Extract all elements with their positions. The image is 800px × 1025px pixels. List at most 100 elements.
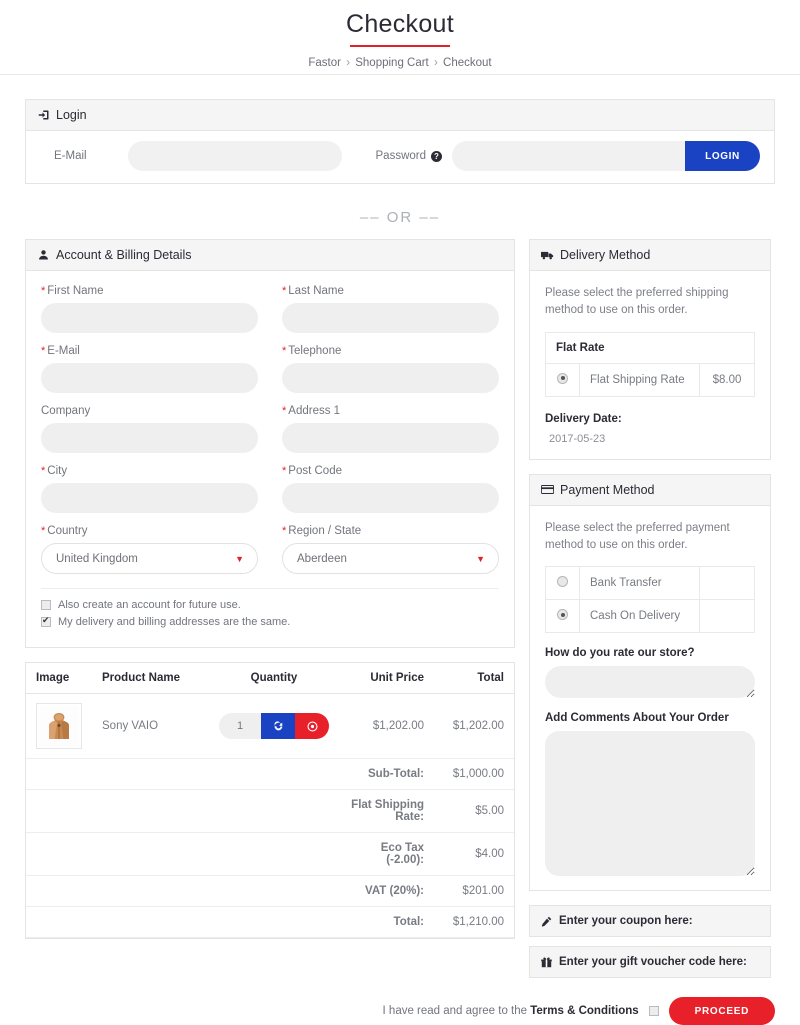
address1-input[interactable]	[282, 423, 499, 453]
field-address1: * Address 1	[282, 405, 499, 453]
create-account-checkbox[interactable]	[41, 600, 51, 610]
proceed-button[interactable]: PROCEED	[668, 997, 775, 1025]
rate-store-textarea[interactable]	[545, 666, 755, 698]
total-value-subtotal: $1,000.00	[434, 758, 514, 790]
spacer-cell	[26, 875, 339, 907]
remove-icon[interactable]	[295, 713, 329, 739]
total-label-eco-tax: Eco Tax (-2.00):	[339, 832, 434, 876]
cart-header-row: Image Product Name Quantity Unit Price T…	[26, 663, 514, 694]
cart-panel: Image Product Name Quantity Unit Price T…	[25, 662, 515, 939]
last-name-input[interactable]	[282, 303, 499, 333]
left-column: Account & Billing Details * First Name * L…	[25, 239, 515, 953]
breadcrumb-item-cart[interactable]: Shopping Cart	[355, 57, 429, 69]
page-title: Checkout	[345, 10, 454, 38]
question-circle-icon[interactable]: ?	[431, 150, 442, 162]
billing-row-names: * First Name * Last Name	[41, 285, 499, 333]
payment-radio-cell[interactable]	[545, 599, 580, 633]
payment-option-row[interactable]: Cash On Delivery	[545, 599, 755, 633]
cart-table-head: Image Product Name Quantity Unit Price T…	[26, 663, 514, 694]
breadcrumb: Fastor › Shopping Cart › Checkout	[0, 57, 800, 69]
payment-option-extra-cell	[699, 599, 755, 633]
column-header-quantity: Quantity	[209, 663, 339, 694]
first-name-label: * First Name	[41, 285, 258, 297]
terms-checkbox[interactable]	[648, 1006, 659, 1016]
total-label-shipping: Flat Shipping Rate:	[339, 789, 434, 833]
total-value-eco-tax: $4.00	[434, 832, 514, 876]
delivery-group-title: Flat Rate	[545, 331, 755, 364]
order-comments-label: Add Comments About Your Order	[545, 712, 729, 724]
login-form: E-Mail Password ? LOGIN	[26, 131, 774, 183]
same-address-checkbox[interactable]	[41, 615, 51, 627]
payment-option-row[interactable]: Bank Transfer	[545, 566, 755, 600]
gift-voucher-accordion[interactable]: Enter your gift voucher code here:	[529, 946, 771, 978]
telephone-label: * Telephone	[282, 345, 499, 357]
city-label-text: City	[47, 465, 68, 477]
region-select[interactable]: Aberdeen	[282, 543, 499, 574]
field-region-state: * Region / State Aberdeen ▼	[282, 525, 499, 574]
billing-row-company-address: Company * Address 1	[41, 405, 499, 453]
login-email-input[interactable]	[128, 141, 342, 171]
cell-product-name[interactable]: Sony VAIO	[92, 693, 209, 759]
delivery-panel-body: Please select the preferred shipping met…	[530, 271, 770, 459]
payment-option-extra-cell	[699, 566, 755, 600]
cell-product-image	[26, 693, 92, 759]
column-header-total: Total	[434, 663, 514, 694]
order-comments-textarea[interactable]	[545, 731, 755, 876]
post-code-input[interactable]	[282, 483, 499, 513]
login-password-input[interactable]	[452, 141, 685, 171]
payment-radio-bank-transfer[interactable]	[557, 576, 568, 587]
country-select[interactable]: United Kingdom	[41, 543, 258, 574]
truck-icon	[541, 249, 554, 262]
delivery-date-label: Delivery Date:	[545, 412, 622, 425]
billing-row-country-region: * Country United Kingdom ▼ * Region / Stat…	[41, 525, 499, 574]
delivery-option-row[interactable]: Flat Shipping Rate $8.00	[545, 362, 755, 397]
delivery-method-panel: Delivery Method Please select the prefer…	[529, 239, 771, 460]
breadcrumb-item-checkout: Checkout	[443, 57, 492, 69]
total-row-vat: VAT (20%): $201.00	[26, 875, 514, 907]
terms-text: I have read and agree to the Terms & Con…	[383, 1005, 639, 1017]
breadcrumb-item-home[interactable]: Fastor	[308, 57, 341, 69]
login-password-group: LOGIN	[452, 141, 760, 171]
city-label: * City	[41, 465, 258, 477]
login-panel-header: Login	[26, 100, 774, 131]
create-account-label: Also create an account for future use.	[58, 599, 241, 611]
terms-conditions-link[interactable]: Terms & Conditions	[530, 1005, 638, 1017]
first-name-input[interactable]	[41, 303, 258, 333]
user-icon	[37, 249, 50, 262]
payment-radio-cash-on-delivery[interactable]	[557, 609, 568, 620]
delivery-radio-cell[interactable]	[545, 362, 580, 397]
cell-unit-price: $1,202.00	[339, 693, 434, 759]
product-thumbnail[interactable]	[36, 703, 82, 749]
credit-card-icon	[541, 483, 554, 496]
company-input[interactable]	[41, 423, 258, 453]
coupon-accordion[interactable]: Enter your coupon here:	[529, 905, 771, 937]
quantity-stepper	[219, 713, 329, 739]
payment-panel-header: Payment Method	[530, 474, 770, 506]
checkbox-same-address-row[interactable]: My delivery and billing addresses are th…	[41, 615, 499, 628]
column-header-image: Image	[26, 663, 92, 694]
city-input[interactable]	[41, 483, 258, 513]
form-divider	[41, 588, 499, 589]
billing-form: * First Name * Last Name * E-Mail * Tele…	[26, 271, 514, 647]
telephone-input[interactable]	[282, 363, 499, 393]
gift-voucher-accordion-label: Enter your gift voucher code here:	[559, 956, 747, 968]
delivery-group-row: Flat Rate	[545, 331, 755, 364]
email-input[interactable]	[41, 363, 258, 393]
field-post-code: * Post Code	[282, 465, 499, 513]
rate-store-label: How do you rate our store?	[545, 647, 695, 659]
login-button[interactable]: LOGIN	[685, 141, 760, 171]
quantity-input[interactable]	[219, 713, 261, 739]
checkbox-create-account-row[interactable]: Also create an account for future use.	[41, 599, 499, 611]
jacket-image	[39, 706, 79, 746]
payment-radio-cell[interactable]	[545, 566, 580, 600]
spacer-cell	[26, 758, 339, 790]
delivery-radio-flat-shipping[interactable]	[557, 372, 568, 384]
email-label-text: E-Mail	[47, 345, 80, 357]
refresh-icon[interactable]	[261, 713, 295, 739]
company-label: Company	[41, 405, 91, 417]
billing-row-city-postcode: * City * Post Code	[41, 465, 499, 513]
country-label-text: Country	[47, 525, 88, 537]
total-row-eco-tax: Eco Tax (-2.00): $4.00	[26, 832, 514, 876]
last-name-label: * Last Name	[282, 285, 499, 297]
title-underline	[350, 45, 450, 47]
